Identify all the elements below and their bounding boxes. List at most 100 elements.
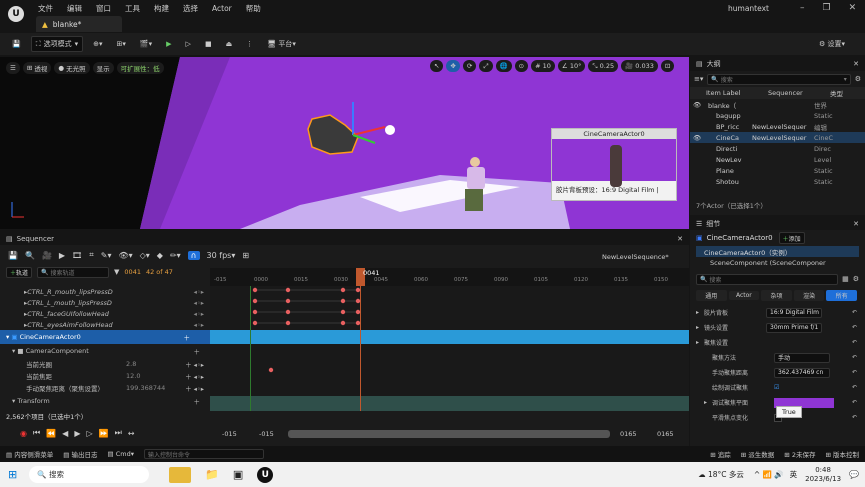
eject-icon[interactable]: ⏏: [222, 36, 237, 52]
detail-property[interactable]: 绘制调试聚焦 ☑ ↶: [690, 380, 865, 395]
reset-icon[interactable]: ↶: [852, 324, 857, 331]
browse-icon[interactable]: 🔍: [25, 251, 35, 260]
key-icon[interactable]: ⌗: [89, 250, 94, 260]
menu-edit[interactable]: 编辑: [67, 3, 82, 14]
details-search-input[interactable]: 🔍 搜索: [696, 273, 839, 285]
range-start[interactable]: -015: [222, 430, 237, 438]
jump-end-icon[interactable]: ⏭: [115, 428, 122, 438]
light-icon[interactable]: [385, 125, 395, 135]
maximize-icon[interactable]: ❐: [823, 3, 831, 13]
console-input[interactable]: 输入控制台命令: [143, 449, 264, 459]
detail-property[interactable]: ▸ 聚焦设置 ↶: [690, 335, 865, 350]
detail-property[interactable]: ▸ 胶片背板 16:9 Digital Film ↶: [690, 305, 865, 320]
settings-button[interactable]: ⚙ 设置 ▾: [815, 36, 849, 52]
close-icon[interactable]: ✕: [849, 3, 857, 13]
filter-tab[interactable]: 通用: [696, 289, 727, 301]
outliner-row[interactable]: Shotou Static: [690, 176, 865, 187]
next-frame-icon[interactable]: ▷: [86, 429, 92, 438]
menu-actor[interactable]: Actor: [212, 4, 232, 13]
property-track[interactable]: 当前光圈 2.8 ＋ ◂◦▸: [0, 358, 210, 370]
reset-icon[interactable]: ↶: [852, 369, 857, 376]
filter-tab[interactable]: Actor: [728, 290, 760, 300]
filter-tab[interactable]: 杂项: [761, 289, 792, 301]
curve-icon[interactable]: ◆: [157, 251, 163, 260]
component-row[interactable]: SceneComponent (SceneComponer: [690, 257, 865, 268]
scalability-badge[interactable]: 可扩展性：低: [116, 61, 164, 74]
add-key-icon[interactable]: ＋ ◂◦▸: [185, 371, 204, 381]
film-icon[interactable]: 🎞: [72, 251, 82, 260]
component-track[interactable]: ▾ ■ CameraComponent ＋: [0, 344, 210, 358]
keyframe-dot[interactable]: [340, 287, 346, 293]
menu-select[interactable]: 选择: [183, 3, 198, 14]
outliner-row[interactable]: Plane Static: [690, 165, 865, 176]
content-drawer-button[interactable]: ▤ 内容侧滑菜单: [6, 449, 53, 459]
outliner-row[interactable]: 👁 blanke（ 世界: [690, 99, 865, 110]
file-explorer-icon[interactable]: 📁: [205, 468, 219, 481]
filter-tab[interactable]: 所有: [826, 289, 857, 301]
col-sequencer[interactable]: Sequencer: [768, 89, 830, 97]
surface-snap-icon[interactable]: ⊙: [514, 60, 529, 72]
keyframe-dot[interactable]: [340, 309, 346, 315]
outliner-row[interactable]: NewLev Level: [690, 154, 865, 165]
camera-icon[interactable]: 🎥: [42, 251, 52, 260]
property-value[interactable]: 16:9 Digital Film: [766, 307, 822, 318]
instance-row[interactable]: CineCameraActor0（实例）: [696, 246, 859, 257]
rotate-icon[interactable]: ⟳: [462, 60, 477, 72]
clock[interactable]: 0:48 2023/6/13: [805, 466, 841, 484]
keyframe-icon[interactable]: ◇▾: [140, 251, 150, 260]
stop-icon[interactable]: ■: [201, 36, 216, 52]
taskbar-search[interactable]: 🔍 搜索: [29, 466, 150, 483]
checkbox[interactable]: ☑: [774, 384, 779, 391]
close-icon[interactable]: ✕: [853, 60, 859, 68]
control-track[interactable]: ▸ CTRL_eyesAimFollowHead ◂◦▸: [0, 319, 210, 330]
reset-icon[interactable]: ↶: [852, 399, 857, 406]
sequencer-tab[interactable]: Sequencer: [17, 235, 54, 243]
control-track[interactable]: ▸ CTRL_faceGUIfollowHead ◂◦▸: [0, 308, 210, 319]
visibility-icon[interactable]: 👁: [690, 101, 702, 109]
track-value[interactable]: 2.8: [126, 360, 166, 368]
save-icon[interactable]: 💾: [8, 36, 25, 52]
add-track-button[interactable]: ＋轨道: [6, 266, 33, 278]
key-nav-icon[interactable]: ◂◦▸: [194, 321, 204, 329]
curve-editor-icon[interactable]: ⊞: [242, 251, 249, 260]
reset-icon[interactable]: ↶: [852, 309, 857, 316]
notification-icon[interactable]: 💬: [849, 470, 859, 479]
trace-button[interactable]: ⊞ 追踪: [710, 449, 731, 459]
col-item-label[interactable]: Item Label: [706, 89, 768, 97]
loop-icon[interactable]: ↔: [128, 429, 135, 438]
tray-icons[interactable]: ^ 📶 🔊: [754, 470, 784, 479]
jump-start-icon[interactable]: ⏮: [33, 428, 40, 438]
keyframe-dot[interactable]: [252, 287, 258, 293]
perspective-button[interactable]: ⊞ 透视: [22, 61, 52, 74]
viewport-menu-icon[interactable]: ☰: [6, 61, 20, 74]
detail-property[interactable]: 手动聚焦距离 362.437469 cn ↶: [690, 365, 865, 380]
range-start-view[interactable]: -015: [259, 430, 274, 438]
prev-frame-icon[interactable]: ◀: [62, 429, 68, 438]
grid-snap-button[interactable]: # 10: [531, 60, 555, 72]
camera-track[interactable]: ▾ ▣ CineCameraActor0 ＋: [0, 330, 210, 344]
view-icon[interactable]: 👁▾: [118, 251, 132, 260]
outliner-row[interactable]: 👁 CineCa NewLevelSequer CineC: [690, 132, 865, 143]
visibility-icon[interactable]: 👁: [690, 134, 702, 142]
filter-tab[interactable]: 渲染: [793, 289, 825, 301]
record-icon[interactable]: ◉: [20, 429, 27, 438]
play-next-icon[interactable]: ▷: [182, 36, 195, 52]
save-icon[interactable]: 💾: [8, 251, 18, 260]
filter-icon[interactable]: ≡▾: [694, 75, 703, 83]
grid-view-icon[interactable]: ▦: [842, 275, 849, 283]
key-nav-icon[interactable]: ◂◦▸: [194, 299, 204, 307]
add-key-icon[interactable]: ＋ ◂◦▸: [185, 359, 204, 369]
menu-tools[interactable]: 工具: [125, 3, 140, 14]
outliner-search-input[interactable]: 🔍 搜索 ▾: [707, 73, 851, 85]
scale-icon[interactable]: ⤢: [479, 60, 493, 72]
key-nav-icon[interactable]: ◂◦▸: [194, 288, 204, 296]
track-area[interactable]: [210, 286, 689, 411]
timeline-ruler[interactable]: -015 0000 0015 0030 0045 0060 0075 0090 0105 0120…: [210, 268, 689, 286]
outliner-row[interactable]: Directi Direc: [690, 143, 865, 154]
mode-select[interactable]: ⛶ 选项模式 ▾: [30, 36, 84, 52]
property-value[interactable]: 手动: [774, 352, 830, 363]
transform-track[interactable]: ▾ Transform ＋: [0, 394, 210, 408]
current-frame[interactable]: 0041: [124, 268, 141, 276]
property-track[interactable]: 当前焦距 12.0 ＋ ◂◦▸: [0, 370, 210, 382]
gear-icon[interactable]: ⚙: [853, 275, 859, 283]
